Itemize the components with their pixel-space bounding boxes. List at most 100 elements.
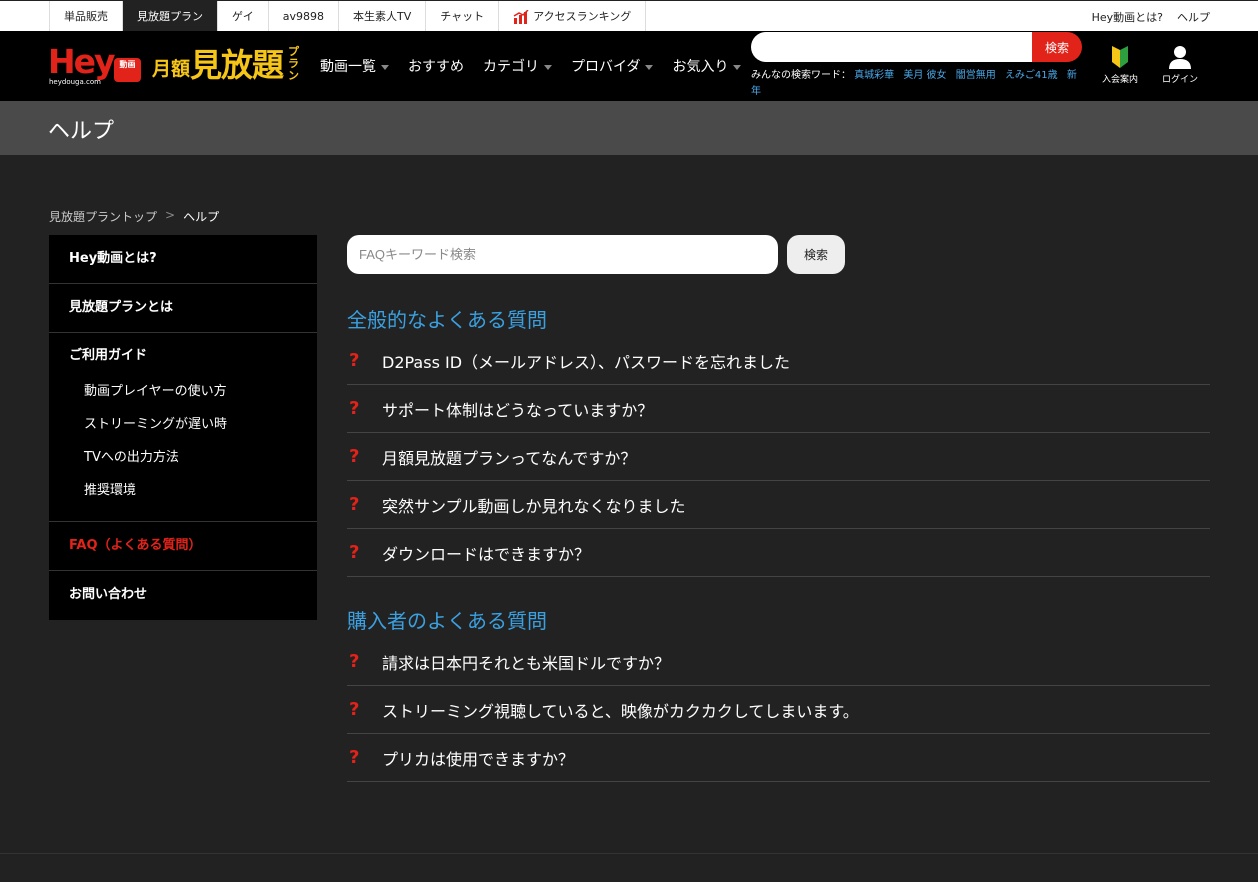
question-mark-icon: ? xyxy=(349,699,360,720)
site-link-mihoudai[interactable]: 見放題プラン xyxy=(123,1,218,32)
nav-label: カテゴリ xyxy=(483,59,539,75)
login-label: ログイン xyxy=(1161,75,1198,85)
link-help[interactable]: ヘルプ xyxy=(1177,9,1210,25)
logo-plan-monthly: 月額 xyxy=(152,58,191,80)
sidebar-subitem-streaming[interactable]: ストリーミングが遅い時 xyxy=(49,408,317,441)
faq-question: サポート体制はどうなっていますか？ xyxy=(382,400,654,420)
breadcrumb-home[interactable]: 見放題プラントップ xyxy=(49,208,157,225)
faq-question: プリカは使用できますか？ xyxy=(382,749,575,769)
site-logo[interactable]: Hey 動画 heydouga.com 月額 見放題 プラン xyxy=(48,44,306,88)
header-search-input[interactable] xyxy=(751,32,1033,62)
nav-favorites[interactable]: お気入り xyxy=(672,56,742,76)
sidebar-item-guide[interactable]: ご利用ガイド xyxy=(49,345,317,367)
site-link-tanpin[interactable]: 単品販売 xyxy=(50,1,123,32)
top-links-bar: 単品販売 見放題プラン ゲイ av9898 本生素人TV チャット アクセスラン… xyxy=(0,0,1258,32)
question-mark-icon: ? xyxy=(349,542,360,563)
sidebar-subitem-environment[interactable]: 推奨環境 xyxy=(49,474,317,507)
nav-provider[interactable]: プロバイダ xyxy=(571,56,654,76)
section-title-general: 全般的なよくある質問 xyxy=(347,308,547,332)
login-button[interactable]: ログイン xyxy=(1150,45,1210,85)
faq-item[interactable]: ? ダウンロードはできますか？ xyxy=(347,529,1210,577)
site-header: Hey 動画 heydouga.com 月額 見放題 プラン 動画一覧 おすすめ… xyxy=(0,31,1258,101)
question-mark-icon: ? xyxy=(349,651,360,672)
section-title-purchaser: 購入者のよくある質問 xyxy=(347,609,547,633)
ranking-label: アクセスランキング xyxy=(533,9,632,23)
faq-question: ダウンロードはできますか？ xyxy=(382,544,591,564)
nav-category[interactable]: カテゴリ xyxy=(483,56,552,76)
breadcrumb-separator: > xyxy=(165,208,176,222)
faq-item[interactable]: ? 請求は日本円それとも米国ドルですか？ xyxy=(347,638,1210,686)
help-sidebar: Hey動画とは? 見放題プランとは ご利用ガイド 動画プレイヤーの使い方 ストリ… xyxy=(49,235,317,620)
nav-recommend[interactable]: おすすめ xyxy=(408,56,464,76)
question-mark-icon: ? xyxy=(349,494,360,515)
nav-label: 動画一覧 xyxy=(320,59,376,75)
chevron-down-icon xyxy=(733,64,742,70)
faq-item[interactable]: ? ストリーミング視聴していると、映像がカクカクしてしまいます。 xyxy=(347,686,1210,734)
question-mark-icon: ? xyxy=(349,350,360,371)
global-nav: 動画一覧 おすすめ カテゴリ プロバイダ お気入り xyxy=(320,56,760,76)
faq-item[interactable]: ? プリカは使用できますか？ xyxy=(347,734,1210,782)
sidebar-subitem-player[interactable]: 動画プレイヤーの使い方 xyxy=(49,375,317,408)
logo-hey: Hey xyxy=(48,42,116,81)
faq-question: D2Pass ID（メールアドレス）、パスワードを忘れました xyxy=(382,352,791,372)
faq-question: 月額見放題プランってなんですか？ xyxy=(382,448,637,468)
breadcrumb: 見放題プラントップ > ヘルプ xyxy=(49,208,219,225)
question-mark-icon: ? xyxy=(349,747,360,768)
chevron-down-icon xyxy=(381,64,389,70)
breadcrumb-current: ヘルプ xyxy=(183,210,220,224)
header-search-button[interactable]: 検索 xyxy=(1032,32,1082,62)
sidebar-item-faq[interactable]: FAQ（よくある質問） xyxy=(49,522,317,571)
faq-item[interactable]: ? サポート体制はどうなっていますか？ xyxy=(347,385,1210,433)
page-title-band: ヘルプ xyxy=(0,101,1258,155)
faq-item[interactable]: ? D2Pass ID（メールアドレス）、パスワードを忘れました xyxy=(347,337,1210,385)
question-mark-icon: ? xyxy=(349,398,360,419)
link-about-hey[interactable]: Hey動画とは? xyxy=(1092,9,1163,25)
logo-badge: 動画 xyxy=(114,58,141,82)
faq-item[interactable]: ? 突然サンプル動画しか見れなくなりました xyxy=(347,481,1210,529)
nav-label: おすすめ xyxy=(408,59,464,75)
guide-button[interactable]: 入会案内 xyxy=(1090,45,1150,85)
sidebar-group-guide: ご利用ガイド 動画プレイヤーの使い方 ストリーミングが遅い時 TVへの出力方法 … xyxy=(49,333,317,522)
footer-divider xyxy=(0,853,1258,854)
site-link-av9898[interactable]: av9898 xyxy=(269,1,340,32)
site-link-gay[interactable]: ゲイ xyxy=(218,1,269,32)
chevron-down-icon xyxy=(544,64,552,70)
keyword-link[interactable]: 真城彩華 xyxy=(854,70,894,81)
question-mark-icon: ? xyxy=(349,446,360,467)
user-icon xyxy=(1169,46,1191,69)
faq-list-general: ? D2Pass ID（メールアドレス）、パスワードを忘れました ? サポート体制は… xyxy=(347,337,1210,577)
site-link-ranking[interactable]: アクセスランキング xyxy=(499,1,647,32)
page-title: ヘルプ xyxy=(48,119,115,144)
faq-search-input[interactable] xyxy=(347,235,778,274)
sidebar-item-contact[interactable]: お問い合わせ xyxy=(49,571,317,620)
sidebar-subitem-tv[interactable]: TVへの出力方法 xyxy=(49,441,317,474)
header-search: 検索 xyxy=(751,32,1082,62)
faq-question: 突然サンプル動画しか見れなくなりました xyxy=(382,496,686,516)
keywords-label: みんなの検索ワード： xyxy=(751,70,851,81)
keyword-link[interactable]: 美月 彼女 xyxy=(903,70,946,81)
nav-label: プロバイダ xyxy=(571,59,641,75)
nav-label: お気入り xyxy=(672,59,729,75)
faq-search-button[interactable]: 検索 xyxy=(787,235,845,274)
faq-item[interactable]: ? 月額見放題プランってなんですか？ xyxy=(347,433,1210,481)
keyword-link[interactable]: えみご41歳 xyxy=(1005,70,1058,81)
site-link-honnama[interactable]: 本生素人TV xyxy=(339,1,427,32)
beginner-mark-icon xyxy=(1112,46,1128,68)
faq-question: ストリーミング視聴していると、映像がカクカクしてしまいます。 xyxy=(382,701,859,721)
nav-video-list[interactable]: 動画一覧 xyxy=(320,56,389,76)
logo-domain: heydouga.com xyxy=(49,78,101,86)
faq-list-purchaser: ? 請求は日本円それとも米国ドルですか？ ? ストリーミング視聴していると、映像がカ… xyxy=(347,638,1210,782)
site-link-chat[interactable]: チャット xyxy=(426,1,500,32)
site-links: 単品販売 見放題プラン ゲイ av9898 本生素人TV チャット アクセスラン… xyxy=(49,1,647,32)
faq-question: 請求は日本円それとも米国ドルですか？ xyxy=(382,653,671,673)
sidebar-item-plan[interactable]: 見放題プランとは xyxy=(49,284,317,333)
logo-plan-mihoudai: 見放題 xyxy=(190,46,284,84)
ranking-chart-icon xyxy=(513,9,529,24)
keyword-link[interactable]: 闇営無用 xyxy=(956,70,996,81)
popular-keywords: みんなの検索ワード： 真城彩華 美月 彼女 闇営無用 えみご41歳 新年 xyxy=(751,68,1091,100)
sidebar-item-about[interactable]: Hey動画とは? xyxy=(49,235,317,284)
guide-label: 入会案内 xyxy=(1101,75,1138,85)
logo-plan-tiny: プラン xyxy=(288,45,299,82)
top-right-links: Hey動画とは? ヘルプ xyxy=(1092,1,1210,32)
chevron-down-icon xyxy=(645,64,654,70)
